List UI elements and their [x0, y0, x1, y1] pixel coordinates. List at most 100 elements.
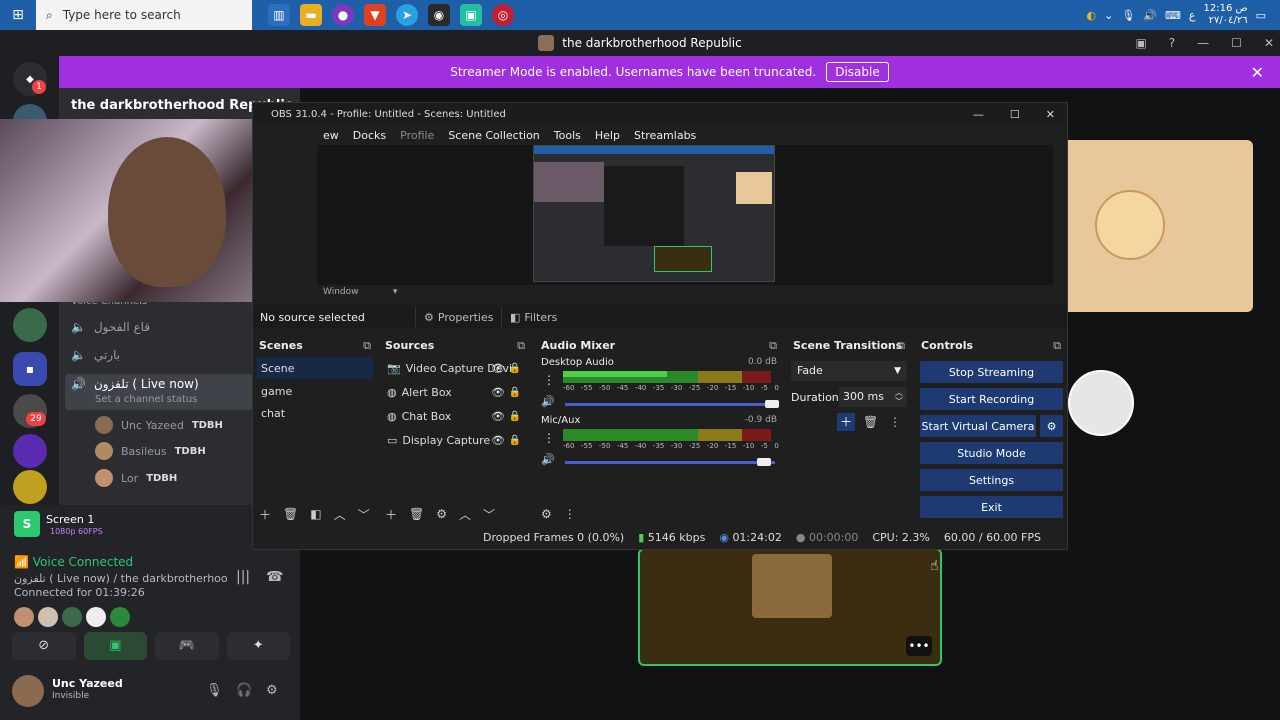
more-options-icon[interactable]: ⋮	[564, 507, 576, 521]
more-options-icon[interactable]: ⋮	[889, 415, 901, 429]
settings-gear-icon[interactable]: ⚙	[266, 683, 278, 698]
window-selector[interactable]: Window ▾	[323, 287, 397, 297]
avatar[interactable]	[38, 607, 58, 627]
source-item[interactable]: ◍ Chat Box 👁 🔒	[383, 405, 527, 427]
telegram-icon[interactable]: ➤	[396, 4, 418, 26]
menu-streamlabs[interactable]: Streamlabs	[634, 129, 696, 142]
file-explorer-icon[interactable]: ▬	[300, 4, 322, 26]
voice-member[interactable]: Unc Yazeed TDBH	[95, 416, 223, 434]
avatar[interactable]	[14, 607, 34, 627]
voice-member[interactable]: Basileus TDBH	[95, 442, 206, 460]
more-options-icon[interactable]: ⋮	[543, 431, 555, 445]
minimize-icon[interactable]: —	[973, 108, 984, 121]
folder-icon[interactable]: ▪	[13, 352, 47, 386]
obs-icon[interactable]: ◉	[428, 4, 450, 26]
windows-start-icon[interactable]: ⊞	[0, 0, 36, 30]
microphone-icon[interactable]: 🎙	[1121, 9, 1135, 22]
dock-float-icon[interactable]: ⧉	[517, 339, 525, 353]
spin-icon[interactable]: ︿ ﹀	[895, 388, 903, 406]
filter-icon[interactable]: ◧	[310, 507, 321, 521]
clock[interactable]: 12:16 ص ٢٧/٠٤/٢٦	[1204, 3, 1248, 27]
streamlabs-icon[interactable]: ▣	[460, 4, 482, 26]
filters-button[interactable]: ◧ Filters	[501, 307, 565, 327]
chevron-up-icon[interactable]: ⌄	[1104, 9, 1113, 22]
participant-tile[interactable]	[1067, 140, 1253, 312]
user-avatar[interactable]	[12, 675, 44, 707]
notification-icon[interactable]: ▭	[1256, 9, 1266, 22]
voice-connected[interactable]: 📶 Voice Connected	[14, 555, 133, 569]
language-indicator[interactable]: ع	[1189, 9, 1196, 22]
add-icon[interactable]: ＋	[837, 413, 855, 431]
close-banner-icon[interactable]: ✕	[1251, 63, 1264, 82]
camera-off-icon[interactable]: ⊘	[12, 632, 76, 660]
speaker-icon[interactable]: 🔊	[541, 453, 555, 466]
voice-member[interactable]: Lor TDBH	[95, 469, 177, 487]
voice-channel[interactable]: 🔈 بارتي	[71, 348, 120, 362]
menu-scene-collection[interactable]: Scene Collection	[448, 129, 539, 142]
menu-docks[interactable]: Docks	[353, 129, 386, 142]
slider-knob[interactable]	[765, 400, 779, 408]
exit-button[interactable]: Exit	[920, 496, 1063, 518]
start-virtual-camera-button[interactable]: Start Virtual Camera	[920, 415, 1036, 437]
dock-float-icon[interactable]: ⧉	[363, 339, 371, 353]
source-item[interactable]: ▭ Display Capture 👁 🔒	[383, 429, 527, 451]
recording-app-icon[interactable]: ◎	[492, 4, 514, 26]
move-down-icon[interactable]: ﹀	[483, 506, 495, 523]
microphone-icon[interactable]: 🎙	[206, 683, 223, 698]
start-recording-button[interactable]: Start Recording	[920, 388, 1063, 410]
weather-icon[interactable]: ◐	[1087, 9, 1097, 22]
avatar[interactable]	[62, 607, 82, 627]
more-options-icon[interactable]: ⋮	[543, 373, 555, 387]
add-icon[interactable]: ＋	[385, 506, 397, 523]
lock-icon[interactable]: 🔒	[509, 387, 521, 398]
server-icon[interactable]	[13, 470, 47, 504]
trash-icon[interactable]: 🗑	[409, 507, 424, 521]
obs-preview[interactable]	[317, 145, 1053, 285]
volume-slider[interactable]	[565, 458, 775, 466]
gear-icon[interactable]: ⚙	[1040, 415, 1063, 437]
maximize-icon[interactable]: ☐	[1010, 108, 1020, 121]
app-icon[interactable]: ●	[332, 4, 354, 26]
source-item[interactable]: ◍ Alert Box 👁 🔒	[383, 381, 527, 403]
eye-icon[interactable]: 👁	[491, 434, 505, 447]
close-icon[interactable]: ✕	[1264, 36, 1274, 50]
avatar[interactable]	[110, 607, 130, 627]
menu-help[interactable]: Help	[595, 129, 620, 142]
trash-icon[interactable]: 🗑	[863, 415, 878, 429]
disable-button[interactable]: Disable	[826, 62, 889, 82]
slider-knob[interactable]	[757, 458, 771, 466]
gear-icon[interactable]: ⚙	[541, 507, 552, 521]
speaker-icon[interactable]: 🔊	[541, 395, 555, 408]
server-icon[interactable]	[13, 434, 47, 468]
voice-channel[interactable]: 🔈 قاع الفحول	[71, 320, 150, 334]
taskbar-search[interactable]: ⌕ Type here to search	[36, 0, 252, 30]
help-icon[interactable]: ?	[1169, 36, 1175, 50]
dock-float-icon[interactable]: ⧉	[769, 339, 777, 353]
task-view-icon[interactable]: ▥	[268, 4, 290, 26]
trash-icon[interactable]: 🗑	[283, 507, 298, 521]
minimize-icon[interactable]: —	[1197, 36, 1209, 50]
settings-button[interactable]: Settings	[920, 469, 1063, 491]
add-icon[interactable]: ＋	[259, 506, 271, 523]
stream-tile[interactable]: •••	[638, 548, 942, 666]
lock-icon[interactable]: 🔒	[509, 435, 521, 446]
studio-mode-button[interactable]: Studio Mode	[920, 442, 1063, 464]
eye-icon[interactable]: 👁	[491, 362, 505, 375]
lock-icon[interactable]: 🔒	[509, 411, 521, 422]
properties-button[interactable]: ⚙ Properties	[415, 307, 501, 327]
more-options-icon[interactable]: •••	[906, 636, 932, 656]
soundboard-icon[interactable]: ✦	[226, 632, 290, 660]
maximize-icon[interactable]: ☐	[1231, 36, 1242, 50]
transition-select[interactable]: Fade ▼	[791, 361, 907, 381]
move-up-icon[interactable]: ︿	[334, 506, 346, 523]
close-icon[interactable]: ✕	[1046, 108, 1055, 121]
scene-item[interactable]: chat	[257, 402, 373, 424]
sound-wave-icon[interactable]: |||	[236, 569, 250, 585]
volume-slider[interactable]	[565, 400, 779, 408]
stop-streaming-button[interactable]: Stop Streaming	[920, 361, 1063, 383]
keyboard-icon[interactable]: ⌨	[1165, 9, 1181, 22]
dock-float-icon[interactable]: ⧉	[1053, 339, 1061, 353]
channel-status[interactable]: Set a channel status	[95, 394, 197, 405]
duration-stepper[interactable]: 300 ms ︿ ﹀	[839, 387, 907, 407]
inbox-icon[interactable]: ▣	[1135, 36, 1146, 50]
